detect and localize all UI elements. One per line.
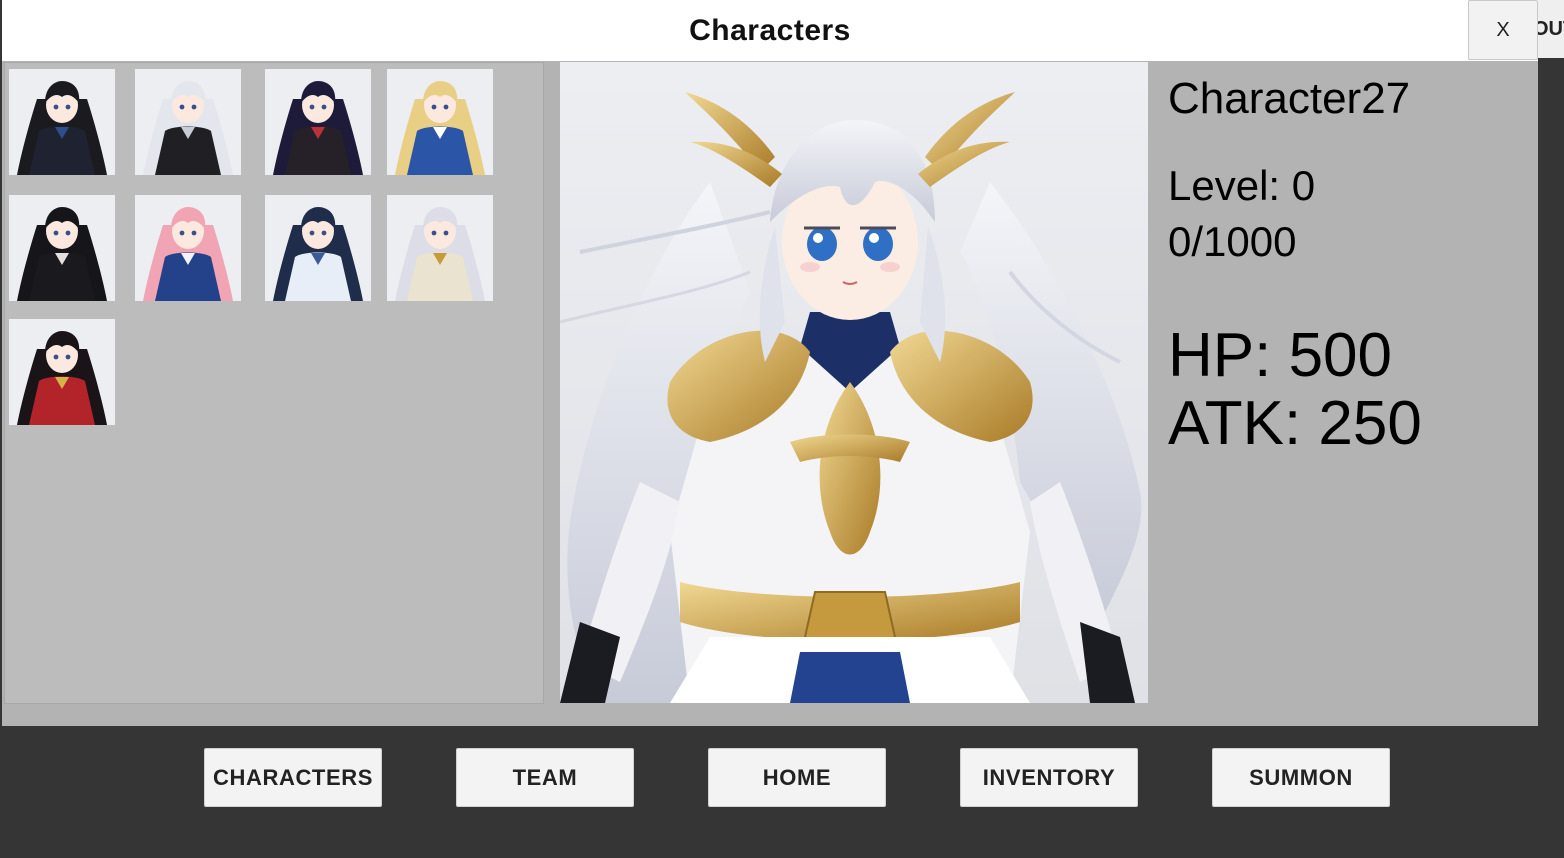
character-hp: HP: 500	[1168, 321, 1393, 390]
character-thumbnail[interactable]	[387, 69, 493, 175]
character-thumbnail[interactable]	[265, 195, 371, 301]
nav-summon-button[interactable]: SUMMON	[1212, 748, 1390, 807]
character-thumbnail-art	[9, 195, 115, 301]
game-screen: Characters Character27 Level: 0 0/1000 H…	[0, 0, 1564, 858]
nav-home-button[interactable]: HOME	[708, 748, 886, 807]
characters-panel: Characters Character27 Level: 0 0/1000 H…	[2, 0, 1538, 726]
character-name: Character27	[1168, 74, 1411, 123]
offscreen-tab-button[interactable]: OUT	[1538, 0, 1564, 58]
panel-header: Characters	[2, 0, 1538, 61]
character-thumbnail[interactable]	[135, 195, 241, 301]
nav-team-button[interactable]: TEAM	[456, 748, 634, 807]
character-thumbnail-art	[265, 69, 371, 175]
character-list	[4, 62, 544, 704]
character-thumbnail-art	[9, 69, 115, 175]
character-thumbnail-art	[135, 195, 241, 301]
character-thumbnail[interactable]	[265, 69, 371, 175]
character-atk: ATK: 250	[1168, 389, 1422, 458]
character-thumbnail[interactable]	[135, 69, 241, 175]
character-thumbnail[interactable]	[9, 319, 115, 425]
character-thumbnail-art	[387, 195, 493, 301]
character-exp: 0/1000	[1168, 218, 1297, 265]
panel-title: Characters	[689, 13, 851, 47]
nav-inventory-button[interactable]: INVENTORY	[960, 748, 1138, 807]
portrait-illustration	[560, 62, 1148, 703]
nav-characters-button[interactable]: CHARACTERS	[204, 748, 382, 807]
character-thumbnail[interactable]	[9, 195, 115, 301]
character-thumbnail[interactable]	[387, 195, 493, 301]
close-button[interactable]: X	[1468, 0, 1538, 60]
character-thumbnail-art	[387, 69, 493, 175]
character-thumbnail-art	[265, 195, 371, 301]
offscreen-tab-label: OUT	[1538, 17, 1564, 40]
character-portrait	[560, 62, 1148, 703]
character-thumbnail[interactable]	[9, 69, 115, 175]
character-thumbnail-art	[9, 319, 115, 425]
character-level: Level: 0	[1168, 162, 1316, 209]
character-thumbnail-art	[135, 69, 241, 175]
